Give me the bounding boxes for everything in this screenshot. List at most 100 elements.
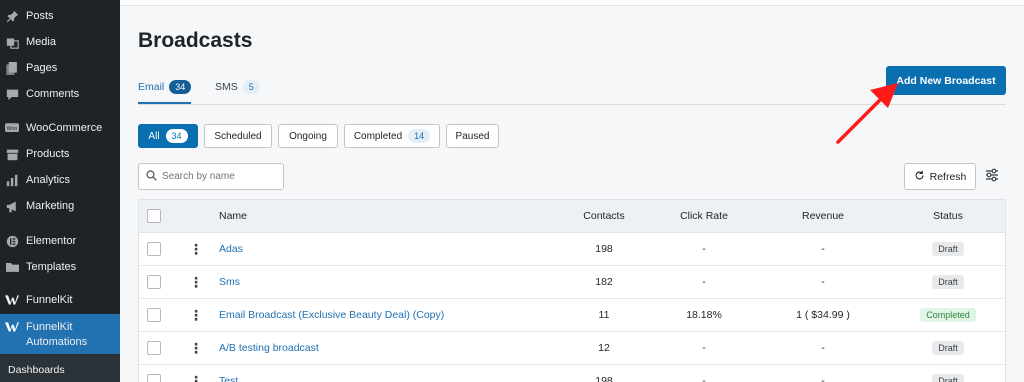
filter-paused[interactable]: Paused <box>446 124 499 148</box>
column-header-contacts[interactable]: Contacts <box>569 200 639 232</box>
contacts-value: 11 <box>598 309 610 321</box>
broadcast-name-link[interactable]: A/B testing broadcast <box>219 332 319 364</box>
sidebar-item-funnelkit[interactable]: FunnelKit <box>0 287 120 313</box>
sidebar-item-posts[interactable]: Posts <box>0 3 120 29</box>
click-rate-value: - <box>702 375 706 382</box>
search-input[interactable]: Search by name <box>138 163 284 190</box>
pages-icon <box>5 61 19 75</box>
sidebar-item-media[interactable]: Media <box>0 29 120 55</box>
table-header: Name Contacts Click Rate Revenue Status <box>138 199 1006 233</box>
sidebar-item-label: WooCommerce <box>26 122 103 134</box>
add-new-broadcast-button[interactable]: Add New Broadcast <box>886 66 1006 95</box>
active-tab-indicator <box>138 102 191 104</box>
sidebar-item-templates[interactable]: Templates <box>0 254 120 280</box>
main-content: Broadcasts Email 34 SMS 5 Add New Broadc… <box>120 0 1024 382</box>
broadcast-name-link[interactable]: Adas <box>219 233 243 265</box>
sidebar-item-marketing[interactable]: Marketing <box>0 193 120 219</box>
row-checkbox[interactable] <box>147 341 161 355</box>
filter-completed[interactable]: Completed 14 <box>344 124 440 148</box>
top-bar <box>120 0 1024 6</box>
elementor-icon <box>5 234 19 248</box>
table-row: ⋮ A/B testing broadcast 12 - - Draft <box>138 332 1006 365</box>
funnelkit-icon <box>5 293 19 307</box>
column-header-name[interactable]: Name <box>219 200 247 232</box>
table-row: ⋮ Email Broadcast (Exclusive Beauty Deal… <box>138 299 1006 332</box>
sidebar-item-label: Analytics <box>26 174 71 186</box>
sidebar-subitem-dashboards[interactable]: Dashboards <box>0 354 120 382</box>
sidebar-item-products[interactable]: Products <box>0 141 120 167</box>
sidebar-item-analytics[interactable]: Analytics <box>0 167 120 193</box>
funnelkit-icon <box>5 320 19 334</box>
svg-text:Woo: Woo <box>7 125 18 131</box>
tab-email[interactable]: Email 34 <box>138 79 192 95</box>
click-rate-value: - <box>702 243 706 255</box>
sidebar-item-label: Comments <box>26 88 80 100</box>
sidebar-item-label: Templates <box>26 261 77 273</box>
tab-sms[interactable]: SMS 5 <box>215 79 260 95</box>
page-title: Broadcasts <box>138 29 253 52</box>
filter-scheduled[interactable]: Scheduled <box>204 124 272 148</box>
filter-ongoing[interactable]: Ongoing <box>278 124 338 148</box>
tab-count-badge: 5 <box>242 80 260 94</box>
search-placeholder: Search by name <box>162 171 235 182</box>
row-checkbox[interactable] <box>147 275 161 289</box>
revenue-value: 1 ( $34.99 ) <box>796 309 850 321</box>
sidebar-item-funnelkit-automations[interactable]: FunnelKit Automations <box>0 314 120 354</box>
click-rate-value: - <box>702 342 706 354</box>
row-actions-menu-icon[interactable]: ⋮ <box>189 299 203 331</box>
broadcast-name-link[interactable]: Sms <box>219 266 240 298</box>
status-badge: Draft <box>932 275 964 289</box>
comment-icon <box>5 87 19 101</box>
tab-count-badge: 34 <box>169 80 192 94</box>
sidebar-item-label: Posts <box>26 10 54 22</box>
table-row: ⋮ Adas 198 - - Draft <box>138 233 1006 266</box>
channel-tabs: Email 34 SMS 5 <box>138 77 1006 105</box>
refresh-button[interactable]: Refresh <box>904 163 976 190</box>
filter-settings-icon[interactable] <box>984 167 1000 183</box>
admin-sidebar: Posts Media Pages Comments Woo WooCommer… <box>0 0 120 382</box>
row-actions-menu-icon[interactable]: ⋮ <box>189 233 203 265</box>
contacts-value: 198 <box>595 375 613 382</box>
status-badge: Completed <box>920 308 976 322</box>
sidebar-item-label: Marketing <box>26 200 75 212</box>
table-row: ⋮ Sms 182 - - Draft <box>138 266 1006 299</box>
click-rate-value: - <box>702 276 706 288</box>
contacts-value: 198 <box>595 243 613 255</box>
broadcast-name-link[interactable]: Test <box>219 365 238 382</box>
row-checkbox[interactable] <box>147 242 161 256</box>
sidebar-item-label: FunnelKit Automations <box>26 321 88 348</box>
contacts-value: 12 <box>598 342 610 354</box>
row-checkbox[interactable] <box>147 308 161 322</box>
sidebar-item-pages[interactable]: Pages <box>0 55 120 81</box>
media-icon <box>5 35 19 49</box>
products-icon <box>5 147 19 161</box>
revenue-value: - <box>821 243 825 255</box>
filter-all[interactable]: All 34 <box>138 124 198 148</box>
revenue-value: - <box>821 276 825 288</box>
sidebar-item-label: FunnelKit <box>26 294 73 306</box>
sidebar-item-elementor[interactable]: Elementor <box>0 228 120 254</box>
sidebar-item-label: Pages <box>26 62 58 74</box>
column-header-revenue[interactable]: Revenue <box>783 200 863 232</box>
row-actions-menu-icon[interactable]: ⋮ <box>189 332 203 364</box>
broadcast-name-link[interactable]: Email Broadcast (Exclusive Beauty Deal) … <box>219 299 444 331</box>
select-all-checkbox[interactable] <box>147 209 161 223</box>
row-actions-menu-icon[interactable]: ⋮ <box>189 266 203 298</box>
sidebar-item-label: Elementor <box>26 235 77 247</box>
revenue-value: - <box>821 342 825 354</box>
status-badge: Draft <box>932 374 964 382</box>
sidebar-item-label: Media <box>26 36 56 48</box>
table-row: ⋮ Test 198 - - Draft <box>138 365 1006 382</box>
status-badge: Draft <box>932 242 964 256</box>
row-actions-menu-icon[interactable]: ⋮ <box>189 365 203 382</box>
pin-icon <box>5 9 19 23</box>
megaphone-icon <box>5 199 19 213</box>
row-checkbox[interactable] <box>147 374 161 382</box>
sidebar-item-comments[interactable]: Comments <box>0 81 120 107</box>
analytics-icon <box>5 173 19 187</box>
column-header-click-rate[interactable]: Click Rate <box>669 200 739 232</box>
folder-icon <box>5 260 19 274</box>
sidebar-item-woocommerce[interactable]: Woo WooCommerce <box>0 115 120 141</box>
woocommerce-icon: Woo <box>5 121 19 135</box>
sidebar-item-label: Products <box>26 148 70 160</box>
